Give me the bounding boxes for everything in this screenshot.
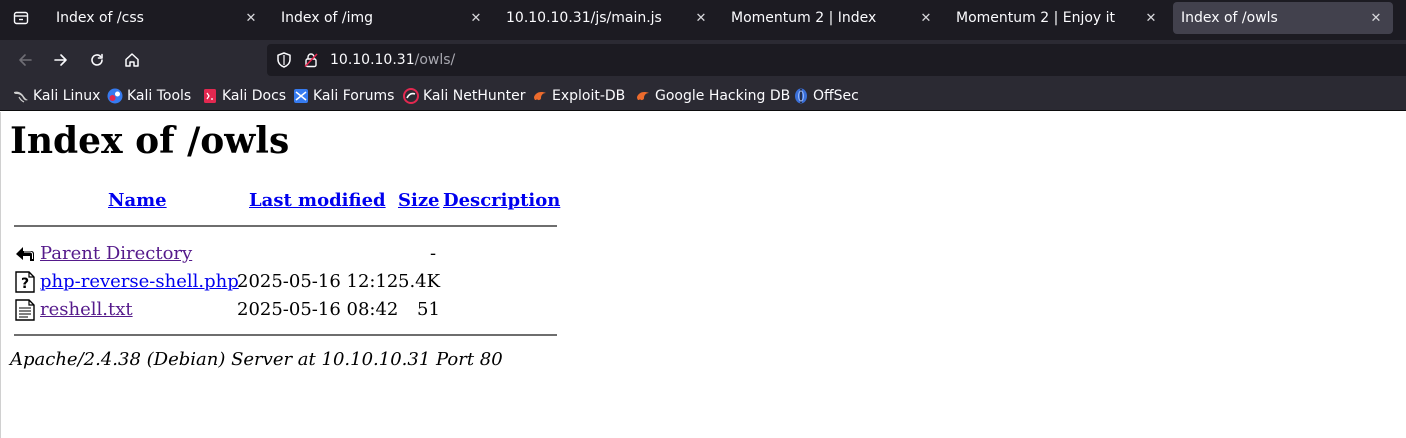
tab-title: Momentum 2 | Enjoy it xyxy=(956,10,1116,26)
divider xyxy=(14,334,557,336)
row-size: 51 xyxy=(417,299,440,320)
divider xyxy=(14,225,557,227)
bookmark-exploit-db[interactable]: Exploit-DB xyxy=(532,87,625,105)
page-title: Index of /owls xyxy=(10,120,290,162)
shield-icon[interactable] xyxy=(275,51,293,69)
tab-title: Index of /owls xyxy=(1181,10,1278,26)
svg-text:?: ? xyxy=(21,276,29,292)
row-size: - xyxy=(430,243,437,264)
close-icon[interactable]: ✕ xyxy=(1367,9,1385,27)
back-folder-icon xyxy=(16,247,34,261)
row-last-modified: 2025-05-16 12:12 xyxy=(237,271,399,292)
address-bar[interactable]: 10.10.10.31/owls/ xyxy=(267,44,1406,76)
kali-docs-icon xyxy=(204,89,216,103)
sort-by-description-link[interactable]: Description xyxy=(443,190,560,212)
bookmark-kali-tools[interactable]: Kali Tools xyxy=(107,87,191,105)
sort-by-name-link[interactable]: Name xyxy=(108,190,167,212)
home-button[interactable] xyxy=(118,48,146,72)
reload-button[interactable] xyxy=(83,48,111,72)
close-icon[interactable]: ✕ xyxy=(467,9,485,27)
forward-button[interactable] xyxy=(47,48,75,72)
bookmark-label: Kali NetHunter xyxy=(423,88,526,104)
tab-owls[interactable]: Index of /owls ✕ xyxy=(1173,2,1393,34)
url-text[interactable]: 10.10.10.31/owls/ xyxy=(330,52,455,68)
kali-tools-icon xyxy=(107,88,123,104)
arrow-left-icon xyxy=(19,54,32,66)
home-icon xyxy=(125,53,139,67)
tab-strip: Index of /css ✕ Index of /img ✕ 10.10.10… xyxy=(0,0,1406,40)
kali-forums-icon xyxy=(294,89,308,103)
back-button[interactable] xyxy=(11,48,39,72)
tab-list-icon xyxy=(13,11,29,25)
tab-css[interactable]: Index of /css ✕ xyxy=(48,2,268,34)
row-last-modified: 2025-05-16 08:42 xyxy=(237,299,399,320)
bookmark-label: Google Hacking DB xyxy=(655,88,791,104)
reload-icon xyxy=(91,53,103,66)
bookmark-label: Kali Tools xyxy=(127,88,192,104)
offsec-icon xyxy=(795,88,807,104)
bookmark-google-hacking-db[interactable]: Google Hacking DB xyxy=(635,87,790,105)
tab-momentum-enjoy[interactable]: Momentum 2 | Enjoy it ✕ xyxy=(948,2,1168,34)
bookmark-label: Kali Linux xyxy=(33,88,101,104)
bookmark-kali-docs[interactable]: Kali Docs xyxy=(202,87,286,105)
bookmark-label: Kali Docs xyxy=(222,88,287,104)
bookmarks-toolbar: Kali Linux Kali Tools Kali Docs Kali For… xyxy=(0,80,1406,111)
close-icon[interactable]: ✕ xyxy=(692,9,710,27)
file-link-php-reverse-shell[interactable]: php-reverse-shell.php xyxy=(40,271,239,293)
close-icon[interactable]: ✕ xyxy=(242,9,260,27)
parent-directory-link[interactable]: Parent Directory xyxy=(40,243,192,265)
list-all-tabs-button[interactable] xyxy=(8,6,34,30)
ghdb-icon xyxy=(637,92,649,101)
tab-main-js[interactable]: 10.10.10.31/js/main.js ✕ xyxy=(498,2,718,34)
server-signature: Apache/2.4.38 (Debian) Server at 10.10.1… xyxy=(10,349,503,370)
row-size: 5.4K xyxy=(398,271,441,292)
tab-momentum-index[interactable]: Momentum 2 | Index ✕ xyxy=(723,2,943,34)
nethunter-icon xyxy=(403,88,419,104)
arrow-right-icon xyxy=(54,54,67,66)
bookmark-offsec[interactable]: OffSec xyxy=(793,87,859,105)
url-host: 10.10.10.31 xyxy=(330,52,415,68)
bookmark-kali-linux[interactable]: Kali Linux xyxy=(13,87,100,105)
bookmark-kali-nethunter[interactable]: Kali NetHunter xyxy=(403,87,525,105)
tab-title: Momentum 2 | Index xyxy=(731,10,877,26)
url-path: /owls/ xyxy=(414,52,456,68)
insecure-lock-icon[interactable] xyxy=(303,52,319,68)
page-content: Index of /owls Name Last modified Size D… xyxy=(0,112,1406,438)
close-icon[interactable]: ✕ xyxy=(917,9,935,27)
bookmark-label: Kali Forums xyxy=(313,88,395,104)
bookmark-label: OffSec xyxy=(813,88,859,104)
sort-by-size-link[interactable]: Size xyxy=(398,190,440,212)
navigation-toolbar: 10.10.10.31/owls/ xyxy=(0,40,1406,80)
unknown-file-icon: ? xyxy=(15,271,35,293)
sort-by-last-modified-link[interactable]: Last modified xyxy=(249,190,386,212)
file-link-reshell-txt[interactable]: reshell.txt xyxy=(40,299,133,321)
tab-title: Index of /img xyxy=(281,10,374,26)
tab-title: Index of /css xyxy=(56,10,144,26)
exploit-db-icon xyxy=(534,92,546,101)
text-file-icon xyxy=(15,299,35,321)
kali-dragon-icon xyxy=(14,91,28,103)
bookmark-label: Exploit-DB xyxy=(552,88,626,104)
tab-img[interactable]: Index of /img ✕ xyxy=(273,2,493,34)
tab-title: 10.10.10.31/js/main.js xyxy=(506,10,662,26)
close-icon[interactable]: ✕ xyxy=(1142,9,1160,27)
bookmark-kali-forums[interactable]: Kali Forums xyxy=(293,87,394,105)
